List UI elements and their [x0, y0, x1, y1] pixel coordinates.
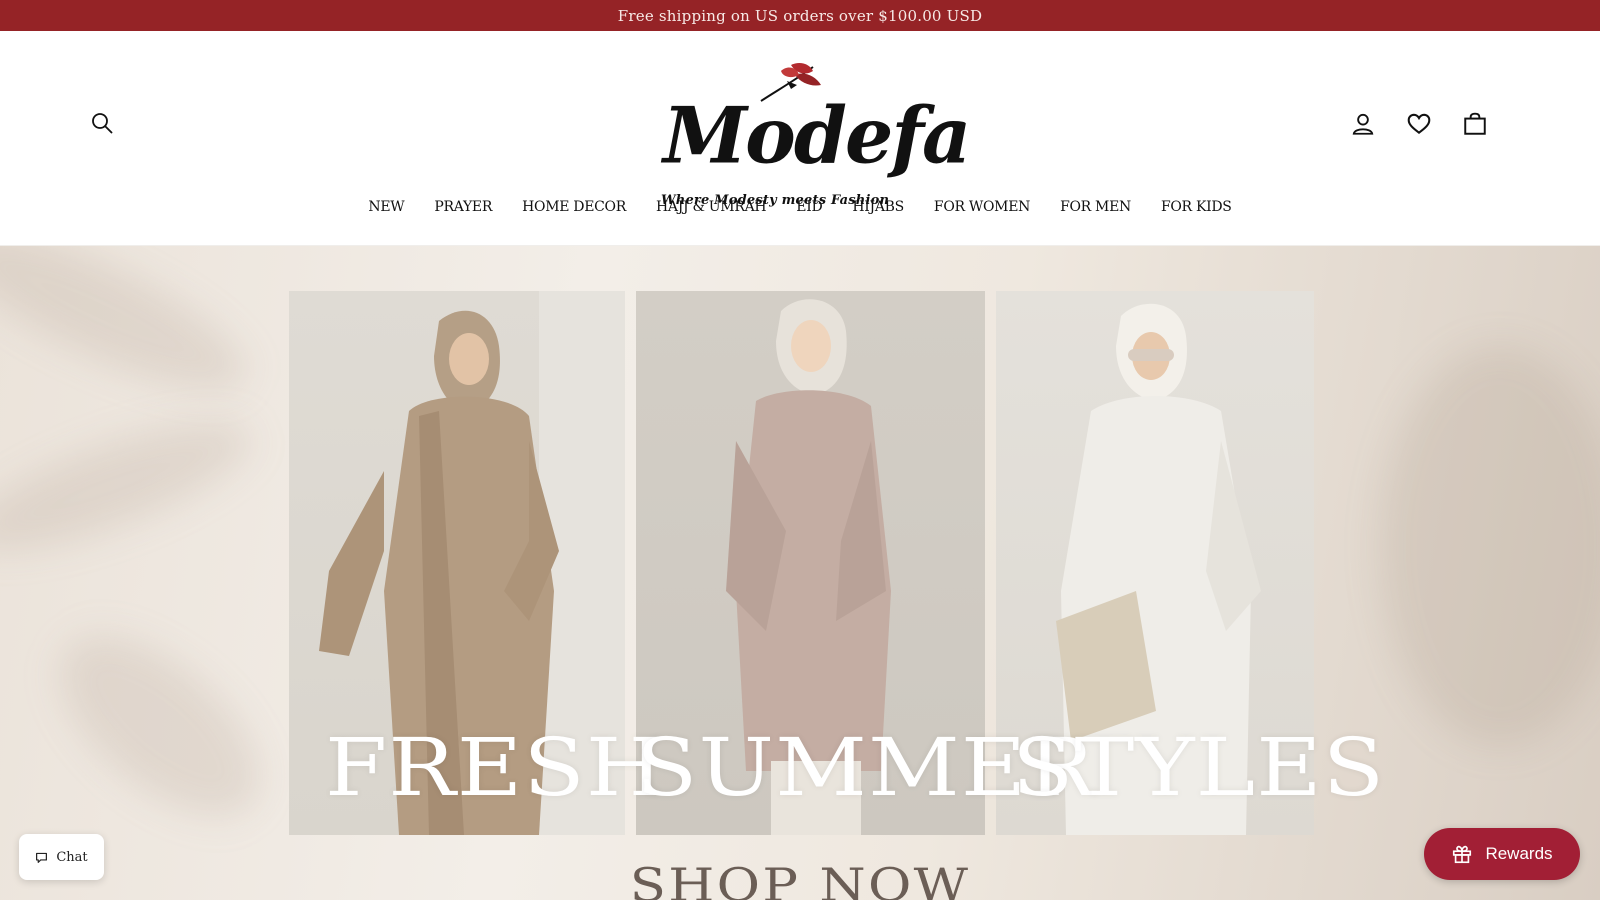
leaf-shadow — [0, 397, 265, 575]
announcement-text: Free shipping on US orders over $100.00 … — [617, 6, 983, 25]
hero-banner[interactable]: FRESH SUMMER STYLES SHOP NOW — [0, 246, 1600, 900]
hero-word-1: FRESH — [325, 721, 666, 814]
nav-item-for-kids[interactable]: FOR KIDS — [1161, 199, 1232, 215]
search-button[interactable] — [90, 111, 118, 139]
nav-item-for-women[interactable]: FOR WOMEN — [934, 199, 1030, 215]
cart-icon — [1464, 112, 1486, 135]
rewards-button[interactable]: Rewards — [1424, 828, 1580, 880]
nav-item-home-decor[interactable]: HOME DECOR — [522, 199, 626, 215]
logo-wordmark: Modefa — [663, 90, 971, 181]
site-logo[interactable]: Modefa Where Modesty meets Fashion — [661, 61, 971, 213]
nav-item-hijabs[interactable]: HIJABS — [852, 199, 904, 215]
account-icon — [1352, 113, 1374, 135]
shop-now-button[interactable]: SHOP NOW — [0, 858, 1600, 900]
wishlist-button[interactable] — [1404, 109, 1434, 139]
rewards-label: Rewards — [1485, 844, 1553, 863]
leaf-shadow — [0, 246, 265, 420]
leaf-shadow — [29, 602, 291, 850]
nav-item-new[interactable]: NEW — [368, 199, 404, 215]
site-header: Modefa Where Modesty meets Fashion NEW P… — [0, 31, 1600, 246]
heart-icon — [1407, 113, 1431, 134]
hero-word-3: STYLES — [1012, 721, 1386, 814]
account-button[interactable] — [1348, 109, 1378, 139]
cart-button[interactable] — [1460, 109, 1490, 139]
chat-bubble-icon — [36, 852, 48, 863]
nav-item-hajj-umrah[interactable]: HAJJ & UMRAH — [656, 199, 767, 215]
nav-item-prayer[interactable]: PRAYER — [434, 199, 492, 215]
main-nav: NEW PRAYER HOME DECOR HAJJ & UMRAH EID H… — [0, 199, 1600, 215]
header-actions — [1348, 109, 1490, 139]
chat-button[interactable]: Chat — [19, 834, 104, 880]
leaf-shadow — [1380, 346, 1600, 746]
gift-icon — [1453, 845, 1472, 864]
nav-item-for-men[interactable]: FOR MEN — [1060, 199, 1131, 215]
announcement-bar: Free shipping on US orders over $100.00 … — [0, 0, 1600, 31]
chat-label: Chat — [56, 849, 88, 865]
search-icon — [92, 113, 113, 134]
nav-item-eid[interactable]: EID — [796, 199, 822, 215]
